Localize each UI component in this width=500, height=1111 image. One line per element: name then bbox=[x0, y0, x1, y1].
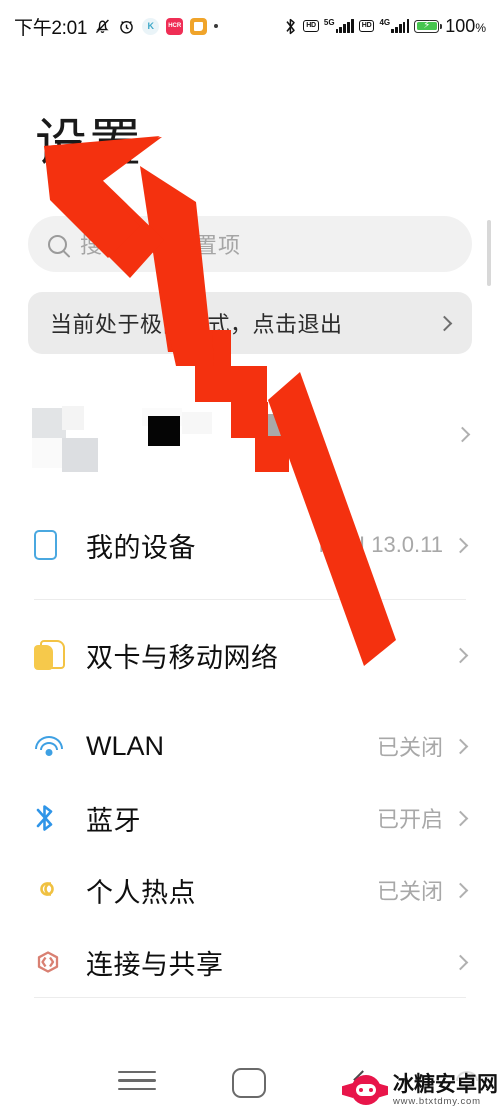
signal-4g-icon: 4G bbox=[379, 19, 410, 33]
status-clock: 下午2:01 bbox=[14, 17, 88, 39]
chevron-right-icon bbox=[436, 315, 453, 331]
list-item-dual-sim[interactable]: 双卡与移动网络 bbox=[0, 600, 500, 710]
watermark: 冰糖安卓网 www.btxtdmy.com bbox=[342, 1073, 498, 1107]
wifi-icon bbox=[34, 735, 74, 757]
status-bar: 下午2:01 K HCR HD 5G HD 4G ⚡ 100% bbox=[0, 0, 500, 52]
list-item-wlan[interactable]: WLAN 已关闭 bbox=[0, 710, 500, 782]
battery-percent: 100% bbox=[445, 15, 486, 36]
watermark-url: www.btxtdmy.com bbox=[393, 1095, 481, 1107]
lite-mode-banner-label: 当前处于极简模式，点击退出 bbox=[50, 312, 343, 337]
hd-volte-icon: HD bbox=[303, 20, 319, 32]
chevron-right-icon bbox=[454, 426, 471, 442]
list-item-value: MIUI 13.0.11 bbox=[318, 532, 443, 557]
account-row[interactable] bbox=[0, 378, 500, 490]
phone-icon bbox=[34, 530, 74, 560]
chevron-right-icon bbox=[452, 810, 469, 826]
lite-mode-banner[interactable]: 当前处于极简模式，点击退出 bbox=[28, 292, 472, 354]
orange-app-icon bbox=[190, 17, 208, 35]
bluetooth-icon bbox=[34, 803, 74, 833]
scrollbar[interactable] bbox=[487, 220, 491, 286]
candy-gamepad-logo bbox=[342, 1073, 388, 1107]
list-item-hotspot[interactable]: 个人热点 已关闭 bbox=[0, 854, 500, 926]
signal-5g-icon: 5G bbox=[324, 19, 354, 33]
kugou-app-icon: K bbox=[142, 17, 160, 35]
search-icon bbox=[48, 234, 67, 254]
status-bar-right: HD 5G HD 4G ⚡ 100% bbox=[283, 16, 486, 37]
search-input[interactable]: 搜索系统设置项 bbox=[28, 216, 472, 272]
list-item-label: 蓝牙 bbox=[86, 805, 141, 836]
list-item-value: 已关闭 bbox=[376, 879, 443, 904]
connection-sharing-icon bbox=[34, 948, 74, 976]
sim-card-icon bbox=[34, 640, 74, 670]
watermark-site-name: 冰糖安卓网 bbox=[393, 1072, 498, 1096]
list-item-label: 连接与共享 bbox=[86, 949, 224, 980]
list-item-label: WLAN bbox=[86, 730, 165, 761]
bluetooth-icon bbox=[283, 17, 298, 36]
list-item-label: 个人热点 bbox=[86, 877, 196, 908]
divider bbox=[34, 997, 466, 998]
search-placeholder: 搜索系统设置项 bbox=[80, 233, 242, 258]
red-app-icon: HCR bbox=[166, 17, 184, 35]
list-item-value: 已关闭 bbox=[376, 735, 443, 760]
phone-screen: 下午2:01 K HCR HD 5G HD 4G ⚡ 100% 设置 搜索系统设… bbox=[0, 0, 500, 1111]
chevron-right-icon bbox=[452, 954, 469, 970]
list-item-connection-sharing[interactable]: 连接与共享 bbox=[0, 926, 500, 998]
chevron-right-icon bbox=[452, 738, 469, 754]
mute-bell-icon bbox=[94, 17, 111, 35]
status-bar-left: 下午2:01 K HCR bbox=[14, 13, 219, 40]
list-item-bluetooth[interactable]: 蓝牙 已开启 bbox=[0, 782, 500, 854]
alarm-clock-icon bbox=[118, 18, 135, 35]
battery-charging-icon: ⚡ bbox=[414, 19, 443, 33]
recent-apps-icon[interactable] bbox=[118, 1071, 156, 1091]
hd-volte-icon-2: HD bbox=[358, 20, 375, 32]
list-item-label: 我的设备 bbox=[86, 532, 196, 563]
watermark-text: 冰糖安卓网 www.btxtdmy.com bbox=[393, 1074, 498, 1107]
list-item-value: 已开启 bbox=[376, 807, 443, 832]
hotspot-icon bbox=[34, 876, 74, 904]
page-title: 设置 bbox=[35, 115, 144, 173]
chevron-right-icon bbox=[452, 882, 469, 898]
chevron-right-icon bbox=[452, 647, 469, 663]
list-item-label: 双卡与移动网络 bbox=[86, 642, 279, 673]
redacted-account-info bbox=[32, 394, 362, 474]
chevron-right-icon bbox=[452, 537, 469, 553]
home-icon[interactable] bbox=[232, 1068, 266, 1098]
list-item-my-device[interactable]: 我的设备 MIUI 13.0.11 bbox=[0, 490, 500, 600]
settings-list: 我的设备 MIUI 13.0.11 双卡与移动网络 WLAN 已关闭 蓝牙 已开… bbox=[0, 490, 500, 998]
more-dot-icon bbox=[214, 24, 219, 28]
